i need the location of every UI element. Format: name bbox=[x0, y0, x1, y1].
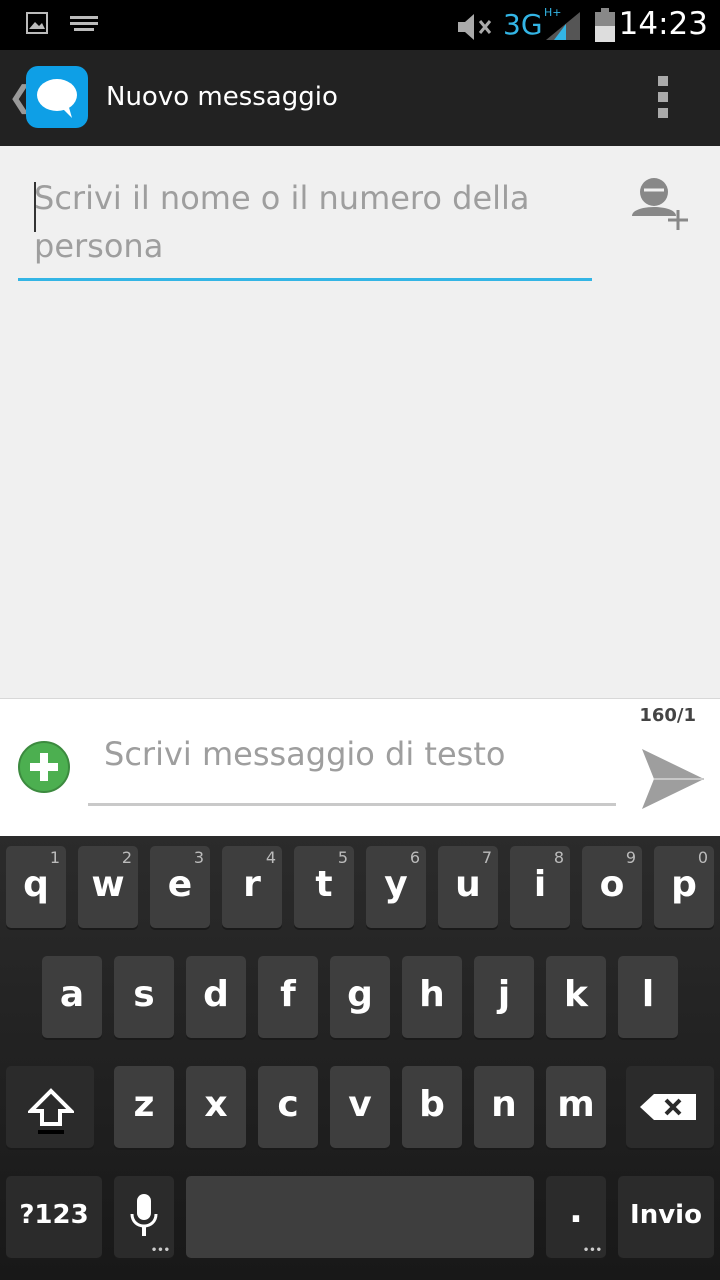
key-a-label: a bbox=[59, 974, 85, 1015]
key-k[interactable]: k bbox=[546, 956, 606, 1038]
key-e-label: e bbox=[167, 864, 193, 905]
compose-bar: 160/1 Scrivi messaggio di testo bbox=[0, 698, 720, 837]
key-f-label: f bbox=[280, 974, 296, 1015]
key-m[interactable]: m bbox=[546, 1066, 606, 1148]
voice-input-key[interactable]: ••• bbox=[114, 1176, 174, 1258]
key-z[interactable]: z bbox=[114, 1066, 174, 1148]
key-t[interactable]: 5t bbox=[294, 846, 354, 928]
recipient-input[interactable]: Scrivi il nome o il numero della persona bbox=[18, 170, 592, 281]
network-type: 3G bbox=[503, 8, 543, 41]
microphone-icon bbox=[130, 1194, 158, 1236]
key-w-label: w bbox=[91, 864, 125, 905]
battery-icon bbox=[595, 8, 615, 42]
key-z-label: z bbox=[133, 1084, 155, 1125]
more-dots-icon: ••• bbox=[150, 1245, 170, 1256]
status-bar: 3G H+ 14:23 bbox=[0, 0, 720, 50]
key-b[interactable]: b bbox=[402, 1066, 462, 1148]
key-p[interactable]: 0p bbox=[654, 846, 714, 928]
space-key[interactable] bbox=[186, 1176, 534, 1258]
key-y[interactable]: 6y bbox=[366, 846, 426, 928]
key-h-label: h bbox=[419, 974, 445, 1015]
message-placeholder: Scrivi messaggio di testo bbox=[104, 735, 506, 773]
key-h[interactable]: h bbox=[402, 956, 462, 1038]
backspace-icon bbox=[640, 1094, 696, 1120]
key-p-label: p bbox=[671, 864, 697, 905]
content-area: Scrivi il nome o il numero della persona bbox=[0, 146, 720, 698]
key-q-label: q bbox=[23, 864, 49, 905]
add-contact-icon[interactable] bbox=[632, 174, 690, 236]
keyboard-notification-icon bbox=[70, 16, 98, 31]
enter-key[interactable]: Invio bbox=[618, 1176, 714, 1258]
key-m-label: m bbox=[557, 1084, 595, 1125]
chat-bubble-icon bbox=[37, 79, 77, 118]
key-i[interactable]: 8i bbox=[510, 846, 570, 928]
key-n-label: n bbox=[491, 1084, 517, 1125]
page-title: Nuovo messaggio bbox=[106, 82, 338, 112]
key-u-label: u bbox=[455, 864, 481, 905]
shift-arrow-icon bbox=[28, 1088, 74, 1134]
key-q[interactable]: 1q bbox=[6, 846, 66, 928]
keyboard: 1q 2w 3e 4r 5t 6y 7u 8i 9o 0p a s d f g … bbox=[0, 836, 720, 1280]
key-x-label: x bbox=[204, 1084, 228, 1125]
image-notification-icon bbox=[26, 12, 48, 34]
period-more-dots-icon: ••• bbox=[582, 1245, 602, 1256]
key-r[interactable]: 4r bbox=[222, 846, 282, 928]
key-c-label: c bbox=[277, 1084, 299, 1125]
symbols-key[interactable]: ?123 bbox=[6, 1176, 102, 1258]
app-logo[interactable] bbox=[26, 66, 88, 128]
key-v[interactable]: v bbox=[330, 1066, 390, 1148]
action-bar: ❮ Nuovo messaggio bbox=[0, 50, 720, 146]
key-v-label: v bbox=[348, 1084, 372, 1125]
key-w[interactable]: 2w bbox=[78, 846, 138, 928]
key-k-label: k bbox=[564, 974, 588, 1015]
key-o-label: o bbox=[599, 864, 625, 905]
key-n[interactable]: n bbox=[474, 1066, 534, 1148]
key-t-label: t bbox=[315, 864, 333, 905]
key-s[interactable]: s bbox=[114, 956, 174, 1038]
key-x[interactable]: x bbox=[186, 1066, 246, 1148]
recipient-placeholder: Scrivi il nome o il numero della persona bbox=[34, 179, 530, 265]
key-y-label: y bbox=[384, 864, 408, 905]
enter-key-label: Invio bbox=[630, 1200, 702, 1230]
message-input[interactable]: Scrivi messaggio di testo bbox=[88, 723, 616, 806]
key-j-label: j bbox=[497, 974, 511, 1015]
key-g[interactable]: g bbox=[330, 956, 390, 1038]
key-s-label: s bbox=[133, 974, 155, 1015]
signal-icon bbox=[546, 12, 580, 40]
attach-plus-icon[interactable] bbox=[18, 741, 70, 793]
key-u[interactable]: 7u bbox=[438, 846, 498, 928]
send-icon[interactable] bbox=[640, 747, 706, 811]
symbols-key-label: ?123 bbox=[19, 1200, 89, 1230]
key-g-label: g bbox=[347, 974, 373, 1015]
char-counter: 160/1 bbox=[639, 705, 696, 726]
key-j[interactable]: j bbox=[474, 956, 534, 1038]
key-i-label: i bbox=[533, 864, 547, 905]
key-f[interactable]: f bbox=[258, 956, 318, 1038]
period-key[interactable]: . ••• bbox=[546, 1176, 606, 1258]
shift-key[interactable] bbox=[6, 1066, 94, 1148]
period-key-label: . bbox=[569, 1190, 583, 1231]
key-d[interactable]: d bbox=[186, 956, 246, 1038]
backspace-key[interactable] bbox=[626, 1066, 714, 1148]
key-l[interactable]: l bbox=[618, 956, 678, 1038]
overflow-menu-icon[interactable] bbox=[656, 76, 670, 122]
mute-icon bbox=[458, 14, 492, 40]
key-o[interactable]: 9o bbox=[582, 846, 642, 928]
key-d-label: d bbox=[203, 974, 229, 1015]
clock: 14:23 bbox=[618, 6, 708, 42]
key-a[interactable]: a bbox=[42, 956, 102, 1038]
key-e[interactable]: 3e bbox=[150, 846, 210, 928]
key-r-label: r bbox=[243, 864, 261, 905]
key-c[interactable]: c bbox=[258, 1066, 318, 1148]
key-l-label: l bbox=[641, 974, 655, 1015]
key-b-label: b bbox=[419, 1084, 445, 1125]
